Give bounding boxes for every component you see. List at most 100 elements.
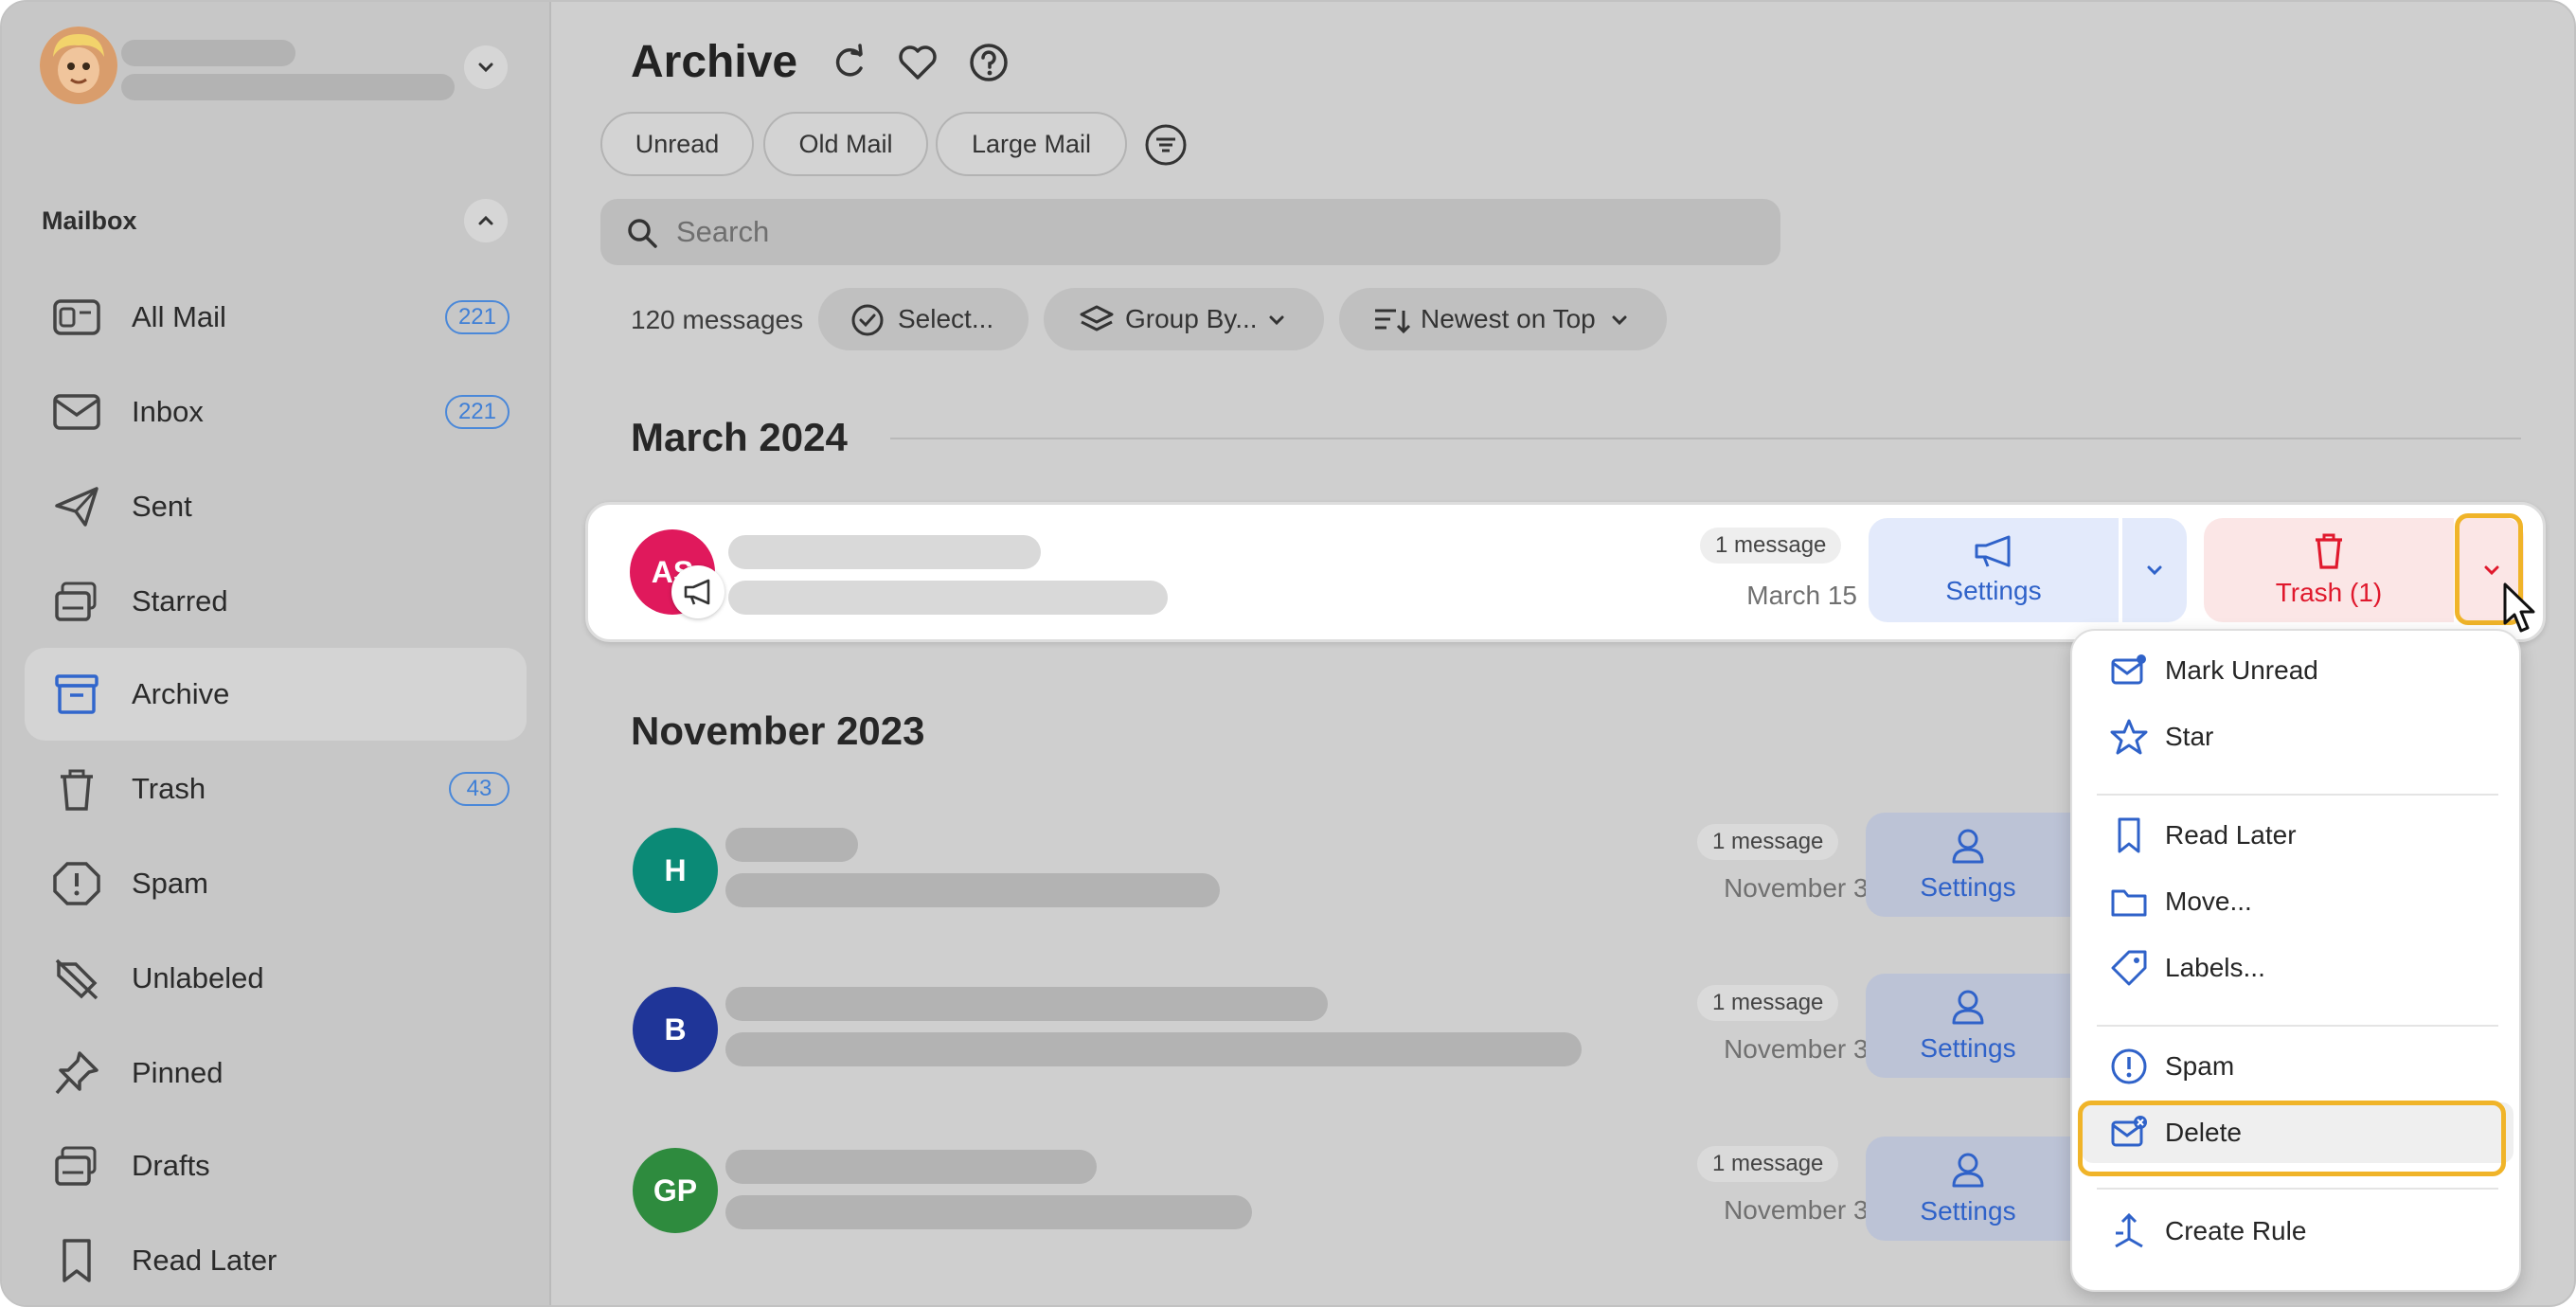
message-count-chip: 1 message bbox=[1697, 1146, 1839, 1182]
filter-options-icon[interactable] bbox=[1144, 123, 1188, 167]
search-bar bbox=[600, 199, 1780, 265]
sidebar-item-label: Starred bbox=[132, 584, 228, 618]
megaphone-badge-icon bbox=[671, 565, 724, 618]
starred-icon bbox=[55, 582, 97, 621]
message-row[interactable]: AS 1 message March 15 Settings Trash (1) bbox=[585, 502, 2546, 642]
menu-item-labels[interactable]: Labels... bbox=[2082, 938, 2513, 998]
section-divider bbox=[890, 438, 2521, 439]
sidebar-item-sent[interactable]: Sent bbox=[25, 460, 527, 553]
sender-avatar: GP bbox=[633, 1148, 718, 1233]
section-heading: November 2023 bbox=[631, 708, 925, 753]
trash-label: Trash (1) bbox=[2275, 578, 2383, 607]
menu-item-label: Star bbox=[2165, 722, 2214, 751]
filter-unread[interactable]: Unread bbox=[600, 112, 754, 176]
highlight-delete-item bbox=[2078, 1101, 2506, 1176]
section-heading: March 2024 bbox=[631, 415, 848, 459]
sidebar-item-label: Unlabeled bbox=[132, 961, 264, 994]
unread-count-badge: 221 bbox=[444, 395, 510, 429]
filter-large-mail[interactable]: Large Mail bbox=[936, 112, 1127, 176]
sidebar-item-label: Trash bbox=[132, 772, 206, 805]
sidebar-item-starred[interactable]: Starred bbox=[25, 555, 527, 648]
sidebar-item-label: Read Later bbox=[132, 1244, 277, 1277]
chevron-down-icon bbox=[2147, 565, 2162, 576]
group-by-button[interactable]: Group By... bbox=[1044, 288, 1324, 350]
sender-name-placeholder bbox=[725, 987, 1328, 1021]
settings-button[interactable]: Settings bbox=[1866, 974, 2070, 1078]
sidebar-item-label: Sent bbox=[132, 490, 192, 523]
sort-button[interactable]: Newest on Top bbox=[1339, 288, 1667, 350]
filter-old-mail[interactable]: Old Mail bbox=[763, 112, 928, 176]
megaphone-icon bbox=[1975, 535, 2011, 567]
sidebar-item-archive[interactable]: Archive bbox=[25, 648, 527, 741]
menu-item-spam[interactable]: Spam bbox=[2082, 1036, 2513, 1097]
sidebar-item-all-mail[interactable]: All Mail 221 bbox=[25, 271, 527, 364]
chevron-down-icon bbox=[1612, 315, 1627, 326]
settings-label: Settings bbox=[1920, 1033, 2016, 1063]
sender-avatar: H bbox=[633, 828, 718, 913]
mailbox-collapse-button[interactable] bbox=[464, 199, 508, 242]
search-icon bbox=[628, 219, 657, 248]
sidebar-item-inbox[interactable]: Inbox 221 bbox=[25, 366, 527, 458]
select-button[interactable]: Select... bbox=[818, 288, 1029, 350]
menu-item-mark-unread[interactable]: Mark Unread bbox=[2082, 640, 2513, 701]
settings-button[interactable]: Settings bbox=[1866, 813, 2070, 917]
settings-button[interactable]: Settings bbox=[1869, 518, 2119, 622]
spam-icon bbox=[2111, 1048, 2147, 1084]
menu-item-star[interactable]: Star bbox=[2082, 707, 2513, 767]
bookmark-icon bbox=[2118, 817, 2140, 853]
message-row[interactable]: B 1 message November 30, 2023 Settings bbox=[585, 964, 2070, 1087]
menu-item-read-later[interactable]: Read Later bbox=[2082, 805, 2513, 866]
sidebar-item-spam[interactable]: Spam bbox=[25, 837, 527, 930]
account-menu-button[interactable] bbox=[464, 45, 508, 89]
subject-placeholder bbox=[725, 1032, 1582, 1066]
sender-name-placeholder bbox=[728, 535, 1041, 569]
message-row[interactable]: GP 1 message November 30, 2023 Settings bbox=[585, 1125, 2070, 1248]
search-input[interactable] bbox=[676, 199, 1718, 265]
heart-icon[interactable] bbox=[897, 42, 939, 83]
check-circle-icon bbox=[851, 304, 884, 336]
sidebar-item-label: Pinned bbox=[132, 1056, 224, 1089]
sidebar-item-drafts[interactable]: Drafts bbox=[25, 1119, 527, 1212]
trash-icon bbox=[2316, 533, 2342, 569]
menu-item-move[interactable]: Move... bbox=[2082, 871, 2513, 932]
mouse-cursor-icon bbox=[2503, 582, 2535, 633]
sidebar-item-read-later[interactable]: Read Later bbox=[25, 1214, 527, 1305]
settings-label: Settings bbox=[1945, 576, 2042, 605]
sidebar-item-trash[interactable]: Trash 43 bbox=[25, 743, 527, 835]
chevron-down-icon bbox=[1269, 315, 1284, 326]
refresh-icon[interactable] bbox=[828, 42, 869, 83]
sidebar-item-pinned[interactable]: Pinned bbox=[25, 1027, 527, 1119]
star-icon bbox=[2110, 719, 2148, 755]
create-rule-icon bbox=[2115, 1212, 2143, 1248]
app-window: Mailbox All Mail 221 Inbox 221 Sent Star… bbox=[0, 0, 2576, 1307]
help-icon[interactable] bbox=[968, 42, 1010, 83]
chevron-up-icon bbox=[478, 215, 493, 225]
sidebar-item-unlabeled[interactable]: Unlabeled bbox=[25, 932, 527, 1025]
mark-unread-icon bbox=[2111, 654, 2146, 685]
menu-item-label: Move... bbox=[2165, 886, 2252, 916]
archive-icon bbox=[55, 674, 98, 714]
tag-icon bbox=[2111, 950, 2147, 986]
message-actions-menu: Mark Unread Star Read Later Move... Labe… bbox=[2070, 629, 2521, 1292]
person-icon bbox=[1952, 1153, 1984, 1188]
menu-item-label: Read Later bbox=[2165, 820, 2297, 850]
menu-item-label: Create Rule bbox=[2165, 1216, 2307, 1245]
trash-icon bbox=[61, 769, 93, 811]
menu-divider bbox=[2097, 794, 2498, 796]
bookmark-icon bbox=[63, 1239, 91, 1282]
chevron-down-icon bbox=[478, 63, 493, 73]
sender-avatar: B bbox=[633, 987, 718, 1072]
select-label: Select... bbox=[898, 304, 994, 333]
settings-button[interactable]: Settings bbox=[1866, 1137, 2070, 1241]
settings-label: Settings bbox=[1920, 872, 2016, 902]
sort-label: Newest on Top bbox=[1421, 304, 1596, 333]
settings-dropdown-button[interactable] bbox=[2122, 518, 2187, 622]
menu-item-create-rule[interactable]: Create Rule bbox=[2082, 1201, 2513, 1262]
sort-icon bbox=[1375, 309, 1411, 334]
trash-button[interactable]: Trash (1) bbox=[2204, 518, 2454, 622]
spam-icon bbox=[53, 862, 100, 905]
message-count-chip: 1 message bbox=[1697, 985, 1839, 1021]
message-row[interactable]: H 1 message November 30, 2023 Settings bbox=[585, 803, 2070, 926]
person-icon bbox=[1952, 990, 1984, 1025]
user-avatar[interactable] bbox=[40, 27, 117, 104]
